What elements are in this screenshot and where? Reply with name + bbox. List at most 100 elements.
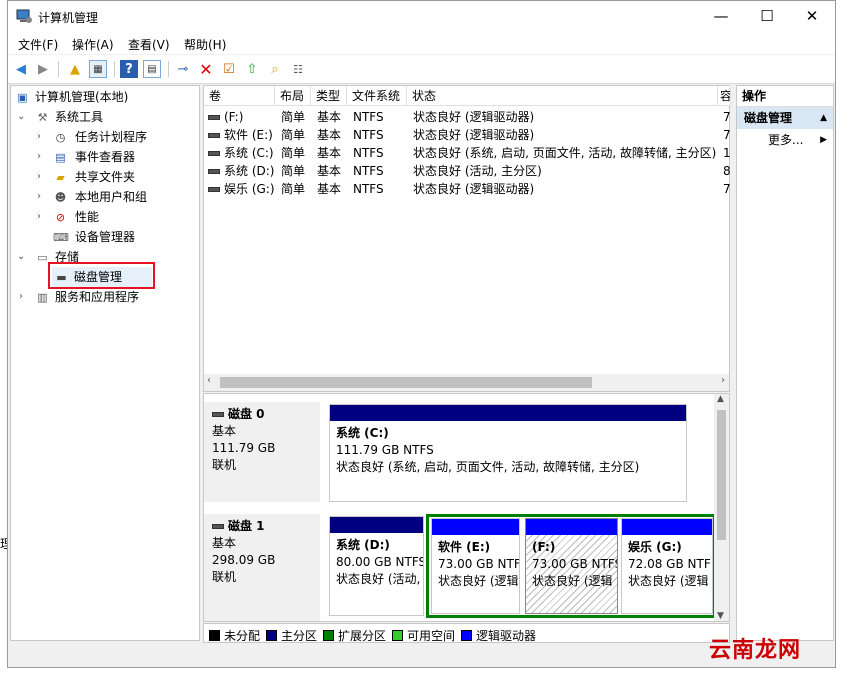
- partition-e[interactable]: 软件 (E:) 73.00 GB NTF 状态良好 (逻辑: [431, 518, 520, 614]
- event-log-icon: ▤: [55, 151, 66, 164]
- logical-drive-bar: [526, 519, 617, 535]
- properties-icon[interactable]: ☑: [220, 60, 238, 78]
- legend-extended: 扩展分区: [323, 627, 386, 644]
- disk-management-highlight-box: [48, 262, 155, 289]
- action-pane-icon[interactable]: ▤: [143, 60, 161, 78]
- scrollbar-thumb[interactable]: [717, 410, 726, 540]
- menu-help[interactable]: 帮助(H): [184, 36, 226, 53]
- chevron-right-icon[interactable]: ›: [37, 167, 41, 187]
- column-header-filesystem[interactable]: 文件系统: [347, 86, 407, 106]
- menu-file[interactable]: 文件(F): [18, 36, 58, 53]
- clock-icon: ◷: [55, 131, 66, 144]
- watermark: 云南龙网: [709, 638, 802, 663]
- scroll-left-icon[interactable]: ‹: [207, 375, 211, 386]
- computer-management-icon: [16, 8, 32, 24]
- tree-item-local-users[interactable]: › ☻ 本地用户和组: [35, 187, 185, 207]
- tree-item-task-scheduler[interactable]: › ◷ 任务计划程序: [35, 127, 185, 147]
- partition-c[interactable]: 系统 (C:) 111.79 GB NTFS 状态良好 (系统, 启动, 页面文…: [329, 404, 687, 502]
- column-header-capacity[interactable]: 容: [718, 86, 731, 106]
- vertical-scrollbar[interactable]: ▲ ▼: [714, 394, 729, 621]
- legend-logical-drive: 逻辑驱动器: [461, 627, 536, 644]
- table-row[interactable]: (F:) 简单 基本 NTFS 状态良好 (逻辑驱动器) 7: [204, 108, 731, 126]
- close-button[interactable]: ✕: [789, 1, 835, 32]
- table-row[interactable]: 系统 (C:) 简单 基本 NTFS 状态良好 (系统, 启动, 页面文件, 活…: [204, 144, 731, 162]
- column-header-status[interactable]: 状态: [407, 86, 718, 106]
- connect-icon[interactable]: ⊸: [174, 60, 192, 78]
- menu-action[interactable]: 操作(A): [72, 36, 114, 53]
- disk-graphical-view: 磁盘 0 基本 111.79 GB 联机 系统 (C:) 111.79 GB N…: [203, 393, 730, 622]
- drive-icon: [208, 115, 220, 120]
- disk-icon: [212, 412, 224, 417]
- actions-header: 操作: [737, 86, 833, 107]
- forward-icon[interactable]: ▶: [34, 60, 52, 78]
- toolbar: ◀ ▶ ▲ ▦ ? ▤ ⊸ ✕ ☑ ⇧ ⌕ ☷: [8, 55, 835, 84]
- disk-1-label[interactable]: 磁盘 1 基本 298.09 GB 联机: [204, 514, 320, 621]
- search-icon[interactable]: ⌕: [266, 60, 284, 78]
- delete-icon[interactable]: ✕: [197, 60, 215, 79]
- partition-g[interactable]: 娱乐 (G:) 72.08 GB NTF 状态良好 (逻辑: [621, 518, 713, 614]
- up-folder-icon[interactable]: ▲: [66, 60, 84, 78]
- navigation-tree: ▣ 计算机管理(本地) ⌄ ⚒ 系统工具 › ◷ 任务计划程序 › ▤ 事件查看…: [10, 85, 200, 641]
- tree-item-performance[interactable]: › ⊘ 性能: [35, 207, 185, 227]
- horizontal-scrollbar[interactable]: ‹ ›: [204, 374, 729, 391]
- chevron-right-icon[interactable]: ›: [37, 207, 41, 227]
- title-bar[interactable]: 计算机管理 — ☐ ✕: [8, 1, 835, 32]
- disk-icon: [212, 524, 224, 529]
- scroll-right-icon[interactable]: ›: [721, 375, 725, 386]
- performance-icon: ⊘: [55, 211, 66, 224]
- tree-item-services-apps[interactable]: › ▥ 服务和应用程序: [15, 287, 165, 307]
- column-header-layout[interactable]: 布局: [275, 86, 311, 106]
- help-icon[interactable]: ?: [120, 60, 138, 78]
- tree-item-device-manager[interactable]: ⌨ 设备管理器: [35, 227, 185, 247]
- tree-item-shared-folders[interactable]: › ▰ 共享文件夹: [35, 167, 185, 187]
- disk-0-label[interactable]: 磁盘 0 基本 111.79 GB 联机: [204, 402, 320, 502]
- scroll-up-icon[interactable]: ▲: [717, 394, 724, 404]
- tools-icon: ⚒: [37, 111, 48, 124]
- minimize-button[interactable]: —: [698, 1, 744, 32]
- actions-disk-management[interactable]: 磁盘管理 ▲: [737, 107, 833, 129]
- drive-icon: [208, 169, 220, 174]
- device-manager-icon: ⌨: [53, 231, 69, 244]
- actions-more[interactable]: 更多... ▶: [737, 129, 833, 151]
- legend-primary: 主分区: [266, 627, 317, 644]
- legend-unallocated: 未分配: [209, 627, 260, 644]
- volume-list: 卷 布局 类型 文件系统 状态 容 (F:) 简单 基本 NTFS 状态良好 (…: [203, 85, 731, 392]
- collapse-up-icon[interactable]: ▲: [820, 107, 827, 129]
- scroll-down-icon[interactable]: ▼: [717, 611, 724, 621]
- column-header-volume[interactable]: 卷: [204, 86, 275, 106]
- actions-pane: 操作 磁盘管理 ▲ 更多... ▶: [736, 85, 834, 641]
- logical-drive-bar: [622, 519, 712, 535]
- chevron-down-icon[interactable]: ⌄: [17, 247, 25, 267]
- logical-drive-bar: [432, 519, 519, 535]
- tree-item-system-tools[interactable]: ⌄ ⚒ 系统工具: [15, 107, 165, 127]
- window-title: 计算机管理: [38, 11, 99, 25]
- chevron-right-icon[interactable]: ›: [37, 147, 41, 167]
- chevron-down-icon[interactable]: ⌄: [17, 107, 25, 127]
- menu-view[interactable]: 查看(V): [128, 36, 170, 53]
- menu-bar: 文件(F) 操作(A) 查看(V) 帮助(H): [8, 32, 835, 54]
- chevron-right-icon[interactable]: ›: [37, 127, 41, 147]
- table-row[interactable]: 系统 (D:) 简单 基本 NTFS 状态良好 (活动, 主分区) 8: [204, 162, 731, 180]
- column-header-type[interactable]: 类型: [311, 86, 347, 106]
- drive-icon: [208, 151, 220, 156]
- show-hide-tree-icon[interactable]: ▦: [89, 60, 107, 78]
- partition-d[interactable]: 系统 (D:) 80.00 GB NTFS 状态良好 (活动,: [329, 516, 424, 616]
- drive-icon: [208, 133, 220, 138]
- primary-partition-bar: [330, 517, 423, 533]
- computer-management-window: 计算机管理 — ☐ ✕ 文件(F) 操作(A) 查看(V) 帮助(H) ◀ ▶ …: [7, 0, 836, 668]
- partition-legend: 未分配 主分区 扩展分区 可用空间 逻辑驱动器: [203, 623, 730, 643]
- scrollbar-thumb[interactable]: [220, 377, 592, 388]
- import-icon[interactable]: ⇧: [243, 60, 261, 78]
- shared-folder-icon: ▰: [56, 171, 65, 184]
- computer-management-icon: ▣: [17, 91, 28, 104]
- back-icon[interactable]: ◀: [12, 60, 30, 78]
- table-row[interactable]: 娱乐 (G:) 简单 基本 NTFS 状态良好 (逻辑驱动器) 7: [204, 180, 731, 198]
- list-view-icon[interactable]: ☷: [289, 60, 307, 78]
- services-icon: ▥: [37, 291, 48, 304]
- chevron-right-icon[interactable]: ›: [19, 287, 23, 307]
- chevron-right-icon[interactable]: ›: [37, 187, 41, 207]
- table-row[interactable]: 软件 (E:) 简单 基本 NTFS 状态良好 (逻辑驱动器) 7: [204, 126, 731, 144]
- partition-f-selected[interactable]: (F:) 73.00 GB NTFS 状态良好 (逻辑: [525, 518, 618, 614]
- tree-item-event-viewer[interactable]: › ▤ 事件查看器: [35, 147, 185, 167]
- maximize-button[interactable]: ☐: [744, 1, 790, 32]
